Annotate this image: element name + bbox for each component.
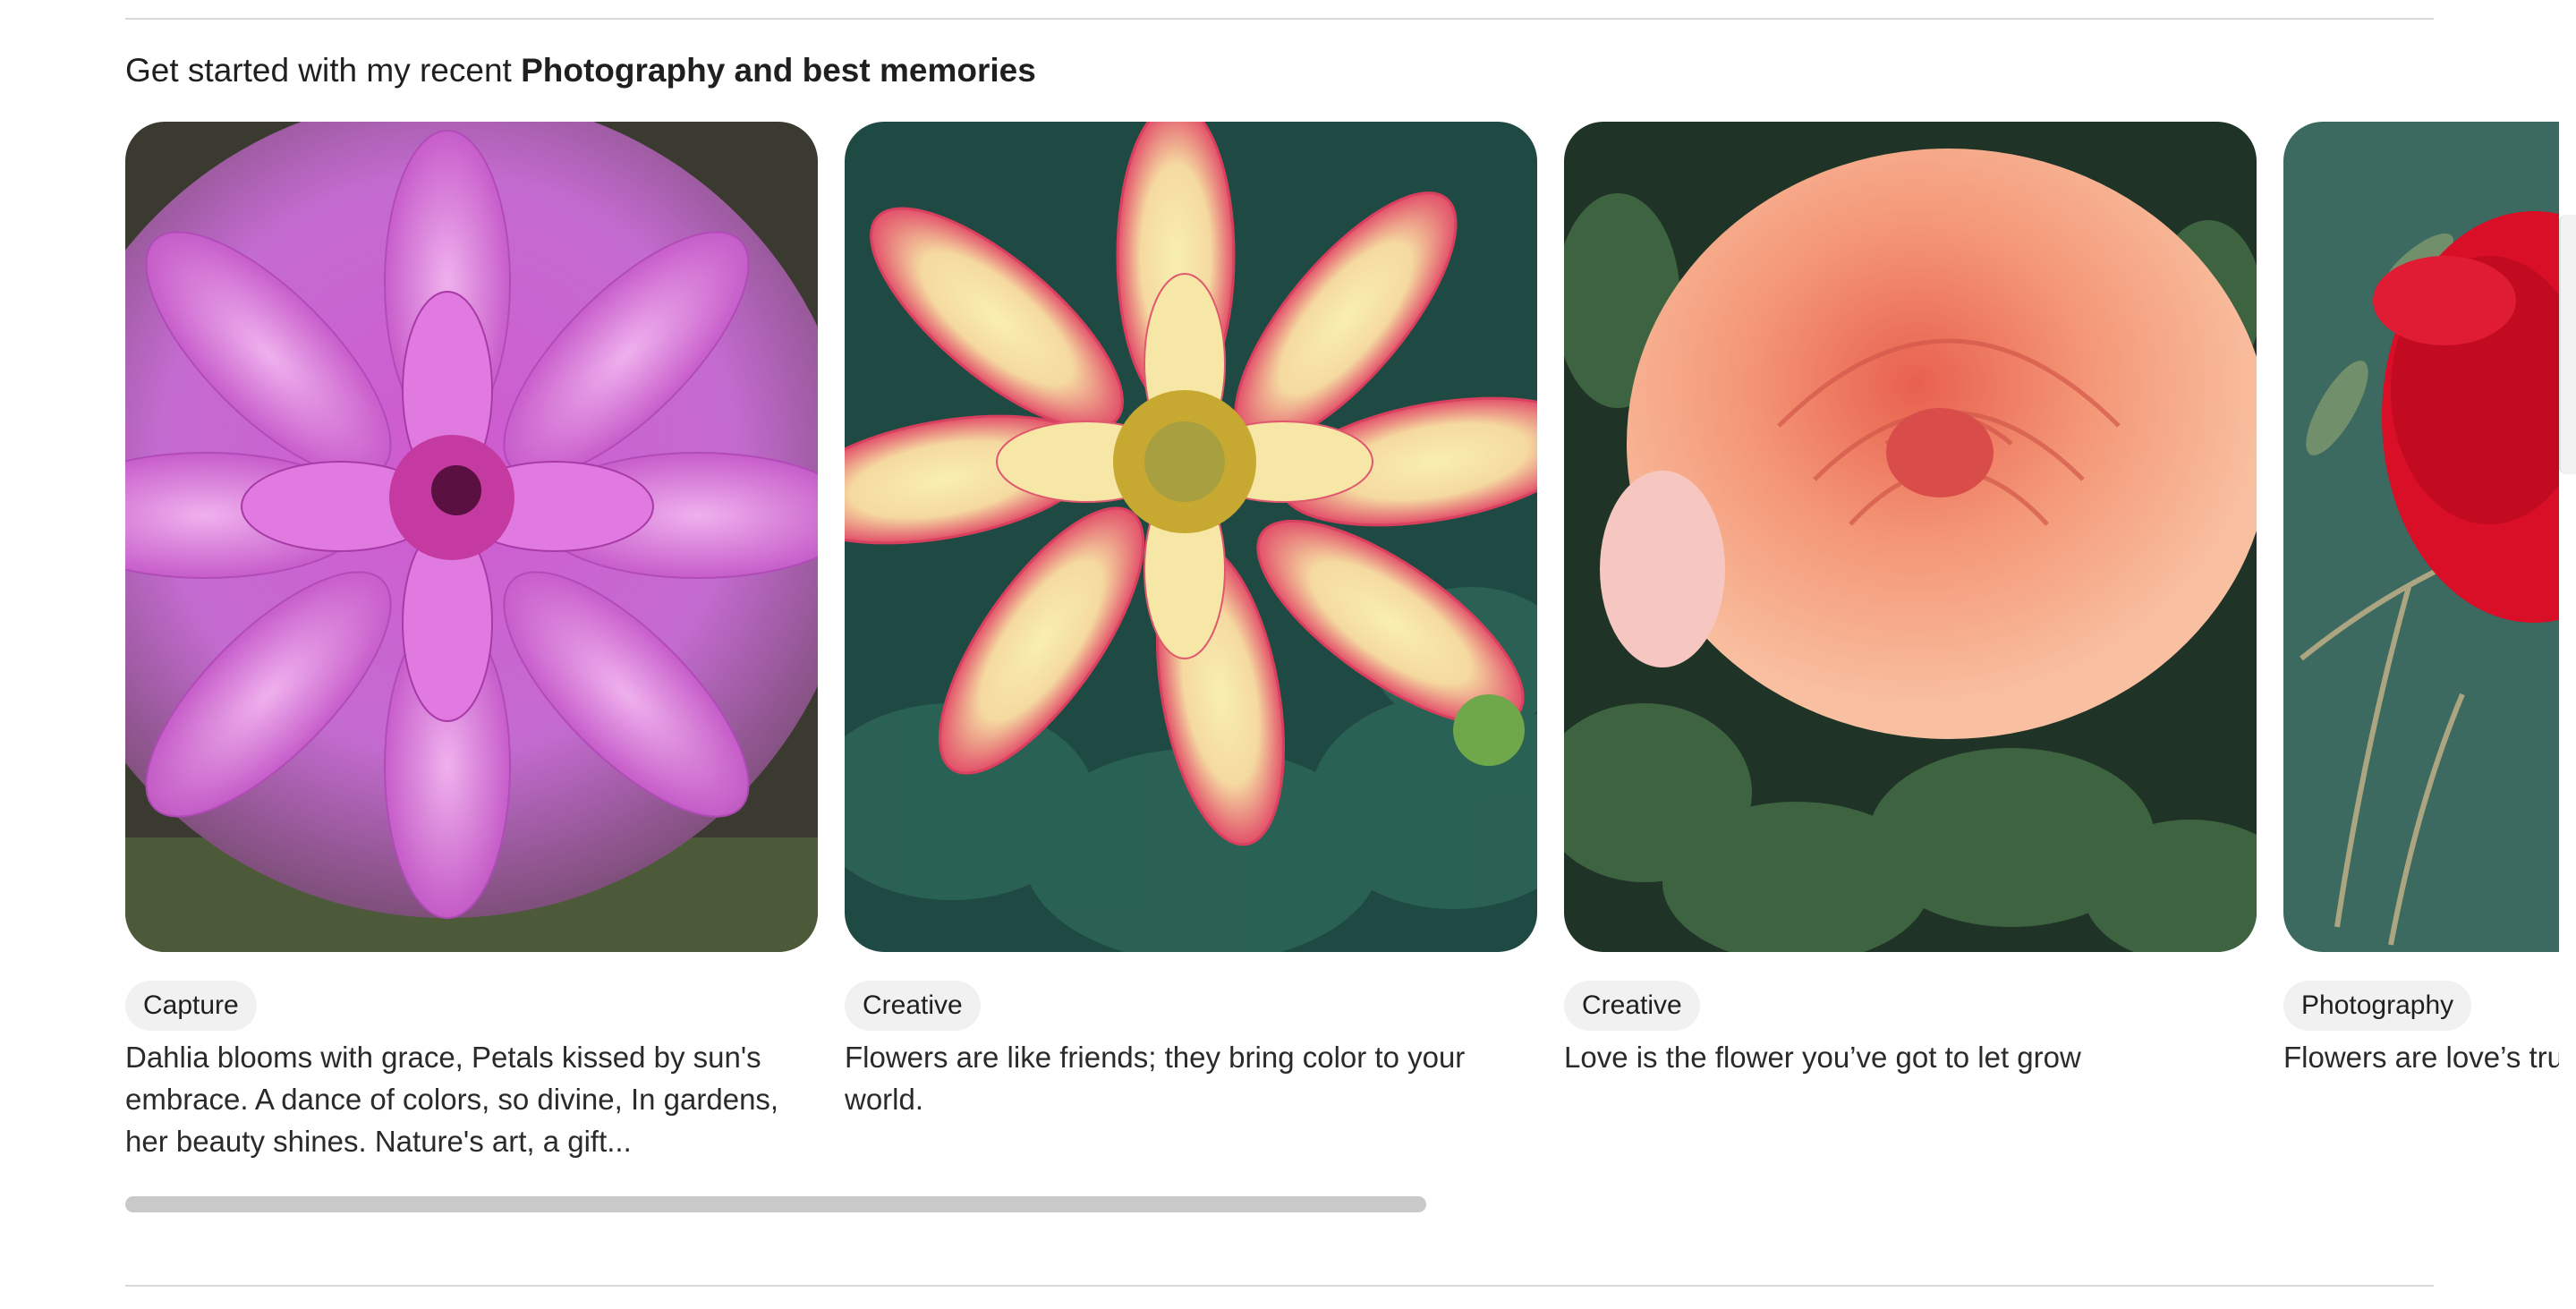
bottom-divider — [125, 1285, 2434, 1287]
photo-card[interactable]: Photography Flowers are love’s truest la… — [2283, 122, 2559, 1078]
photo-image-yellow-dahlia[interactable] — [845, 122, 1537, 952]
card-description: Love is the flower you’ve got to let gro… — [1564, 1041, 2081, 1074]
photo-card[interactable]: Creative Flowers are like friends; they … — [845, 122, 1537, 1120]
top-divider — [125, 18, 2434, 20]
photo-image-red-rose[interactable] — [2283, 122, 2559, 952]
category-tag[interactable]: Capture — [125, 981, 257, 1031]
horizontal-scrollbar-thumb[interactable] — [125, 1196, 1426, 1212]
section-heading: Get started with my recent Photography a… — [125, 50, 1036, 91]
vertical-scrollbar[interactable] — [2559, 215, 2576, 474]
photo-image-peach-rose[interactable] — [1564, 122, 2257, 952]
heading-bold: Photography and best memories — [521, 52, 1036, 89]
page: Get started with my recent Photography a… — [0, 0, 2576, 1309]
photo-image-pink-dahlia[interactable] — [125, 122, 818, 952]
category-tag[interactable]: Creative — [845, 981, 981, 1031]
photo-card[interactable]: Creative Love is the flower you’ve got t… — [1564, 122, 2257, 1078]
category-tag[interactable]: Photography — [2283, 981, 2472, 1031]
photo-carousel[interactable]: Capture Dahlia blooms with grace, Petals… — [125, 122, 2559, 1177]
photo-card[interactable]: Capture Dahlia blooms with grace, Petals… — [125, 122, 818, 1162]
card-description: Flowers are like friends; they bring col… — [845, 1041, 1466, 1116]
category-tag[interactable]: Creative — [1564, 981, 1700, 1031]
card-description: Flowers are love’s truest language — [2283, 1041, 2559, 1074]
heading-prefix: Get started with my recent — [125, 52, 522, 89]
card-description: Dahlia blooms with grace, Petals kissed … — [125, 1041, 779, 1158]
